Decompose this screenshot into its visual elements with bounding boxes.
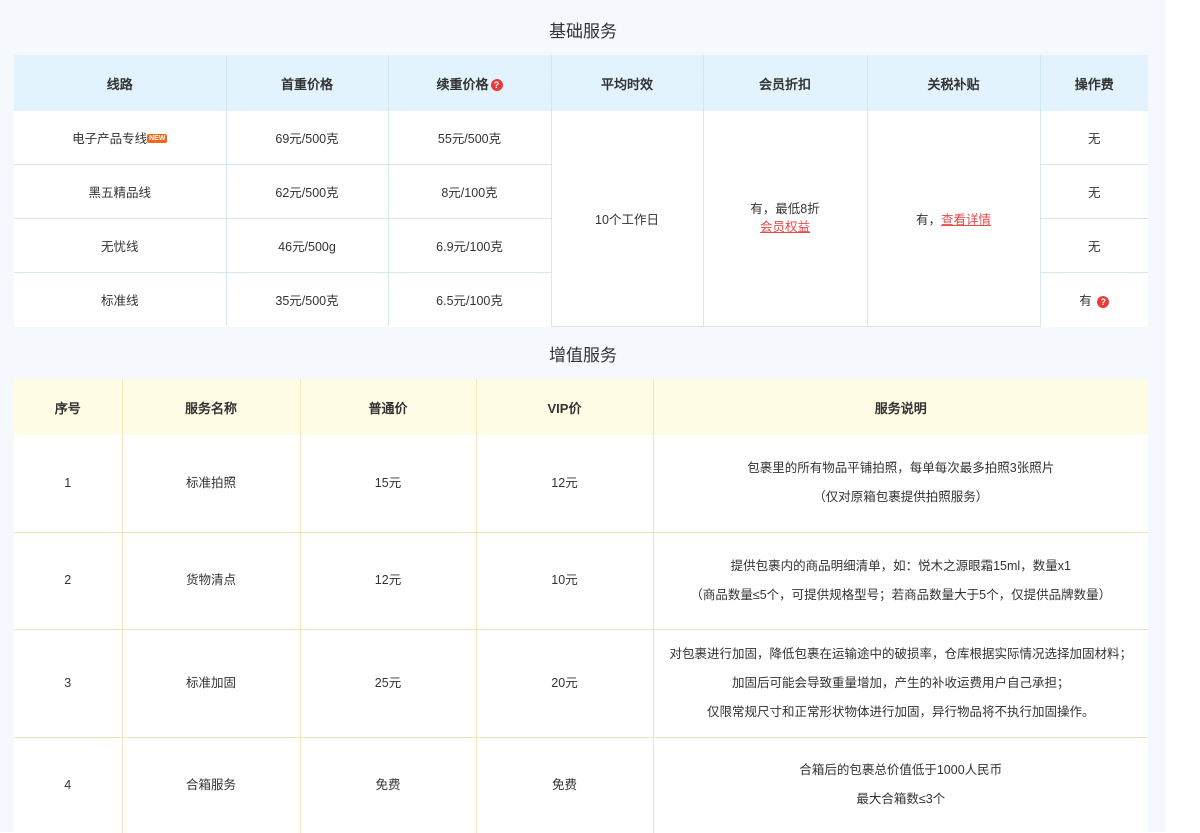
serial-no-cell: 4 (14, 737, 123, 833)
header-route: 线路 (14, 55, 227, 111)
header-service-name: 服务名称 (122, 379, 301, 435)
service-description-cell: 对包裹进行加固，降低包裹在运输途中的破损率，仓库根据实际情况选择加固材料； 加固… (653, 629, 1148, 738)
service-description-cell: 合箱后的包裹总价值低于1000人民币 最大合箱数≤3个 (653, 737, 1148, 833)
normal-price-cell: 免费 (300, 737, 477, 833)
handling-fee-cell: 有 ? (1040, 273, 1148, 327)
header-member-discount: 会员折扣 (703, 55, 868, 111)
table-row: 2 货物清点 12元 10元 提供包裹内的商品明细清单，如：悦木之源眼霜15ml… (14, 532, 1148, 630)
header-extra-weight-price: 续重价格? (388, 55, 552, 111)
table-row: 电子产品专线 NEW 69元/500克 55元/500克 10个工作日 有，最低8… (14, 111, 1148, 327)
description-line: 合箱后的包裹总价值低于1000人民币 (799, 763, 1003, 778)
header-vip-price: VIP价 (476, 379, 654, 435)
table-row: 3 标准加固 25元 20元 对包裹进行加固，降低包裹在运输途中的破损率，仓库根… (14, 629, 1148, 738)
header-extra-weight-label: 续重价格 (436, 76, 489, 92)
first-weight-price-cell: 35元/500克 (226, 272, 389, 326)
normal-price-cell: 25元 (300, 629, 477, 738)
first-weight-price-cell: 69元/500克 (226, 111, 389, 165)
vip-price-cell: 20元 (476, 629, 654, 738)
description-line: 对包裹进行加固，降低包裹在运输途中的破损率，仓库根据实际情况选择加固材料； (669, 646, 1132, 661)
header-normal-price: 普通价 (300, 379, 477, 435)
header-service-description: 服务说明 (653, 379, 1148, 435)
description-line: 仅限常规尺寸和正常形状物体进行加固，异行物品将不执行加固操作。 (706, 704, 1095, 719)
member-discount-text: 有，最低8折 (750, 202, 820, 217)
extra-weight-price-cell: 6.9元/100克 (388, 218, 552, 273)
service-name-cell: 标准拍照 (122, 435, 301, 533)
help-icon[interactable]: ? (490, 79, 503, 92)
normal-price-cell: 12元 (300, 532, 477, 630)
route-cell: 黑五精品线 (14, 164, 227, 219)
view-details-link[interactable]: 查看详情 (941, 213, 991, 227)
header-serial-no: 序号 (14, 379, 123, 435)
first-weight-price-cell: 62元/500克 (226, 164, 389, 219)
service-name-cell: 货物清点 (122, 532, 301, 630)
service-name-cell: 合箱服务 (122, 737, 301, 833)
vip-price-cell: 12元 (476, 435, 654, 533)
basic-service-table: 线路 首重价格 续重价格? 平均时效 会员折扣 关税补贴 操作费 电子产品专线 N… (14, 55, 1148, 327)
table-row: 1 标准拍照 15元 12元 包裹里的所有物品平铺拍照，每单每次最多拍照3张照片… (14, 435, 1148, 533)
handling-fee-value: 有 (1079, 294, 1092, 308)
serial-no-cell: 2 (14, 532, 123, 630)
delivery-time-cell: 10个工作日 (551, 111, 704, 327)
service-name-cell: 标准加固 (122, 629, 301, 738)
member-benefits-link[interactable]: 会员权益 (704, 218, 867, 236)
vip-price-cell: 10元 (476, 532, 654, 630)
header-delivery-time: 平均时效 (551, 55, 704, 111)
table-row: 4 合箱服务 免费 免费 合箱后的包裹总价值低于1000人民币 最大合箱数≤3个 (14, 737, 1148, 833)
extra-weight-price-cell: 8元/100克 (388, 164, 552, 219)
normal-price-cell: 15元 (300, 435, 477, 533)
help-icon[interactable]: ? (1097, 295, 1110, 308)
vip-price-cell: 免费 (476, 737, 654, 833)
basic-header-row: 线路 首重价格 续重价格? 平均时效 会员折扣 关税补贴 操作费 (14, 55, 1148, 111)
value-header-row: 序号 服务名称 普通价 VIP价 服务说明 (14, 379, 1148, 435)
handling-fee-cell: 无 (1040, 218, 1148, 273)
header-handling-fee: 操作费 (1040, 55, 1148, 111)
header-first-weight-price: 首重价格 (226, 55, 389, 111)
description-line: 包裹里的所有物品平铺拍照，每单每次最多拍照3张照片 (747, 461, 1055, 476)
description-line: 加固后可能会导致重量增加，产生的补收运费用户自己承担； (731, 675, 1070, 690)
member-discount-cell: 有，最低8折 会员权益 (703, 111, 868, 327)
route-name: 电子产品专线 (72, 132, 148, 146)
route-cell: 无忧线 (14, 218, 227, 273)
route-cell: 标准线 (14, 272, 227, 326)
service-description-cell: 包裹里的所有物品平铺拍照，每单每次最多拍照3张照片 （仅对原箱包裹提供拍照服务） (653, 435, 1148, 533)
description-line: 提供包裹内的商品明细清单，如：悦木之源眼霜15ml，数量x1 (730, 558, 1071, 573)
serial-no-cell: 3 (14, 629, 123, 738)
tax-subsidy-text: 有， (915, 212, 941, 227)
new-badge: NEW (147, 134, 168, 143)
description-line: 最大合箱数≤3个 (856, 792, 946, 807)
route-cell: 电子产品专线 NEW (14, 111, 227, 165)
extra-weight-price-cell: 6.5元/100克 (388, 272, 552, 326)
basic-service-title: 基础服务 (549, 22, 617, 41)
first-weight-price-cell: 46元/500g (226, 218, 389, 273)
value-added-service-title: 增值服务 (549, 346, 617, 365)
service-description-cell: 提供包裹内的商品明细清单，如：悦木之源眼霜15ml，数量x1 （商品数量≤5个，… (653, 532, 1148, 630)
extra-weight-price-cell: 55元/500克 (388, 111, 552, 165)
value-added-service-table: 序号 服务名称 普通价 VIP价 服务说明 1 标准拍照 15元 12元 包裹里… (14, 379, 1148, 833)
tax-subsidy-cell: 有，查看详情 (867, 111, 1041, 327)
service-panel: 基础服务 线路 首重价格 续重价格? 平均时效 会员折扣 关税补贴 操作费 电子… (0, 0, 1166, 833)
description-line: （商品数量≤5个，可提供规格型号；若商品数量大于5个，仅提供品牌数量） (690, 587, 1112, 602)
handling-fee-cell: 无 (1040, 164, 1148, 219)
handling-fee-cell: 无 (1040, 111, 1148, 165)
header-tax-subsidy: 关税补贴 (867, 55, 1041, 111)
serial-no-cell: 1 (14, 435, 123, 533)
description-line: （仅对原箱包裹提供拍照服务） (813, 490, 989, 505)
